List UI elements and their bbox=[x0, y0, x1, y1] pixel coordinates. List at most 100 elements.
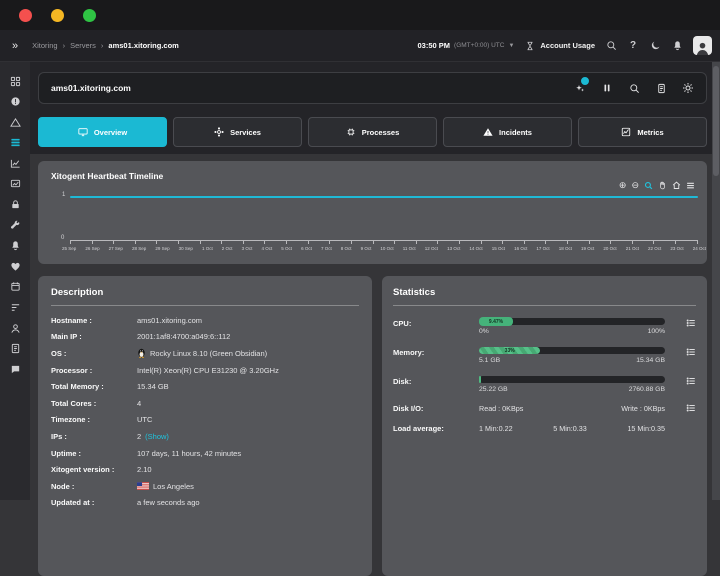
dark-mode-icon[interactable] bbox=[649, 40, 661, 52]
description-row-total-cores: Total Cores :4 bbox=[51, 395, 359, 412]
sidebar-item-incidents[interactable] bbox=[9, 116, 21, 128]
load-5min: 5 Min:0.33 bbox=[553, 424, 587, 433]
stat-row-cpu: CPU: 9.47% 0%100% bbox=[393, 318, 696, 335]
x-axis-tick-label: 8 Oct bbox=[341, 246, 352, 251]
report-document-icon[interactable] bbox=[655, 82, 667, 94]
home-reset-icon[interactable] bbox=[672, 181, 681, 190]
y-axis-label-top: 1 bbox=[62, 192, 65, 198]
x-axis-tick bbox=[567, 241, 568, 244]
x-axis-tick-label: 3 Oct bbox=[242, 246, 253, 251]
app-header: » Xitoring › Servers › ams01.xitoring.co… bbox=[0, 30, 720, 62]
x-axis-tick bbox=[502, 241, 503, 244]
disk-io-write: Write : 0KBps bbox=[621, 404, 665, 413]
sidebar-item-graphs[interactable] bbox=[9, 157, 21, 169]
x-axis-tick-label: 28 Sep bbox=[132, 246, 146, 251]
sidebar-item-tools[interactable] bbox=[9, 219, 21, 231]
scrollbar-thumb[interactable] bbox=[713, 66, 719, 176]
tab-overview[interactable]: Overview bbox=[38, 117, 167, 147]
x-axis-tick-label: 17 Oct bbox=[536, 246, 549, 251]
server-name: ams01.xitoring.com bbox=[51, 83, 131, 93]
breadcrumb-separator: › bbox=[101, 41, 104, 50]
stat-row-memory: Memory: 33% 5.1 GB15.34 GB bbox=[393, 347, 696, 364]
clock-zone: (GMT+0:00) UTC bbox=[454, 42, 504, 49]
x-axis-tick bbox=[459, 241, 460, 244]
ai-badge bbox=[580, 76, 590, 86]
cpu-percent-badge: 9.47% bbox=[479, 317, 513, 326]
x-axis-tick-label: 12 Oct bbox=[425, 246, 438, 251]
notifications-bell-icon[interactable] bbox=[671, 40, 683, 52]
divider bbox=[393, 305, 696, 306]
x-axis-tick-label: 24 Oct bbox=[693, 246, 706, 251]
help-icon[interactable]: ? bbox=[627, 40, 639, 52]
load-1min: 1 Min:0.22 bbox=[479, 424, 513, 433]
x-axis-tick-label: 25 Sep bbox=[62, 246, 76, 251]
maximize-window-button[interactable] bbox=[83, 9, 96, 22]
x-axis-tick-label: 6 Oct bbox=[301, 246, 312, 251]
breadcrumb-item-current: ams01.xitoring.com bbox=[108, 41, 178, 50]
disk-io-menu-icon[interactable] bbox=[684, 403, 696, 413]
x-axis-tick bbox=[394, 241, 395, 244]
sidebar-item-billing[interactable] bbox=[9, 343, 21, 355]
cpu-chip-icon bbox=[346, 127, 356, 137]
breadcrumb-item-servers[interactable]: Servers bbox=[70, 41, 96, 50]
zoom-in-icon[interactable]: ⊕ bbox=[619, 181, 627, 190]
ai-assistant-icon[interactable] bbox=[574, 82, 586, 94]
x-axis-tick bbox=[243, 241, 244, 244]
expand-sidebar-icon[interactable]: » bbox=[12, 40, 18, 52]
scrollbar-track[interactable] bbox=[712, 62, 720, 500]
sidebar-item-reports[interactable] bbox=[9, 302, 21, 314]
timezone-selector[interactable]: 03:50 PM (GMT+0:00) UTC ▼ bbox=[418, 41, 515, 50]
chart-menu-icon[interactable] bbox=[686, 181, 695, 190]
server-settings-gear-icon[interactable] bbox=[682, 82, 694, 94]
disk-menu-icon[interactable] bbox=[684, 376, 696, 393]
memory-menu-icon[interactable] bbox=[684, 347, 696, 364]
x-axis-tick bbox=[351, 241, 352, 244]
minimize-window-button[interactable] bbox=[51, 9, 64, 22]
sidebar-item-servers[interactable] bbox=[9, 137, 21, 149]
chevron-down-icon: ▼ bbox=[508, 43, 514, 49]
user-avatar[interactable] bbox=[693, 36, 712, 55]
cpu-menu-icon[interactable] bbox=[684, 318, 696, 335]
zoom-out-icon[interactable]: ⊖ bbox=[631, 181, 639, 190]
account-usage-link[interactable]: Account Usage bbox=[524, 40, 595, 52]
metrics-chart-icon bbox=[621, 127, 631, 137]
sidebar-item-health[interactable] bbox=[9, 260, 21, 272]
x-axis-tick bbox=[632, 241, 633, 244]
breadcrumb-item-xitoring[interactable]: Xitoring bbox=[32, 41, 57, 50]
x-axis-tick-label: 19 Oct bbox=[581, 246, 594, 251]
selection-zoom-icon[interactable] bbox=[644, 181, 653, 190]
x-axis-tick bbox=[308, 241, 309, 244]
x-axis-tick-label: 9 Oct bbox=[361, 246, 372, 251]
sidebar-nav bbox=[0, 62, 30, 500]
heartbeat-title: Xitogent Heartbeat Timeline bbox=[51, 171, 163, 181]
tab-metrics[interactable]: Metrics bbox=[578, 117, 707, 147]
sidebar-item-calendar[interactable] bbox=[9, 281, 21, 293]
cpu-usage-bar: 9.47% bbox=[479, 318, 665, 325]
server-search-icon[interactable] bbox=[628, 82, 640, 94]
x-axis-tick-label: 21 Oct bbox=[626, 246, 639, 251]
sidebar-item-media[interactable] bbox=[9, 178, 21, 190]
stat-row-load-average: Load average: 1 Min:0.22 5 Min:0.33 15 M… bbox=[393, 423, 696, 433]
sidebar-item-status[interactable] bbox=[9, 96, 21, 108]
show-ips-link[interactable]: (Show) bbox=[145, 432, 169, 441]
tab-overview-label: Overview bbox=[94, 128, 127, 137]
description-row-processor: Processor :Intel(R) Xeon(R) CPU E31230 @… bbox=[51, 362, 359, 379]
pan-hand-icon[interactable] bbox=[658, 181, 667, 190]
window-titlebar bbox=[0, 0, 720, 30]
tab-services-label: Services bbox=[230, 128, 261, 137]
close-window-button[interactable] bbox=[19, 9, 32, 22]
x-axis-tick bbox=[221, 241, 222, 244]
tab-incidents[interactable]: Incidents bbox=[443, 117, 572, 147]
sidebar-item-notifications[interactable] bbox=[9, 240, 21, 252]
pause-monitoring-icon[interactable] bbox=[601, 82, 613, 94]
tab-services[interactable]: Services bbox=[173, 117, 302, 147]
search-icon[interactable] bbox=[605, 40, 617, 52]
tab-processes[interactable]: Processes bbox=[308, 117, 437, 147]
x-axis-tick bbox=[329, 241, 330, 244]
sidebar-item-profile[interactable] bbox=[9, 322, 21, 334]
sidebar-item-dashboard[interactable] bbox=[9, 75, 21, 87]
sidebar-item-feedback[interactable] bbox=[9, 363, 21, 375]
statistics-panel: Statistics CPU: 9.47% 0%100% Memory: 33%… bbox=[382, 276, 707, 576]
hourglass-icon bbox=[524, 40, 536, 52]
sidebar-item-security[interactable] bbox=[9, 199, 21, 211]
